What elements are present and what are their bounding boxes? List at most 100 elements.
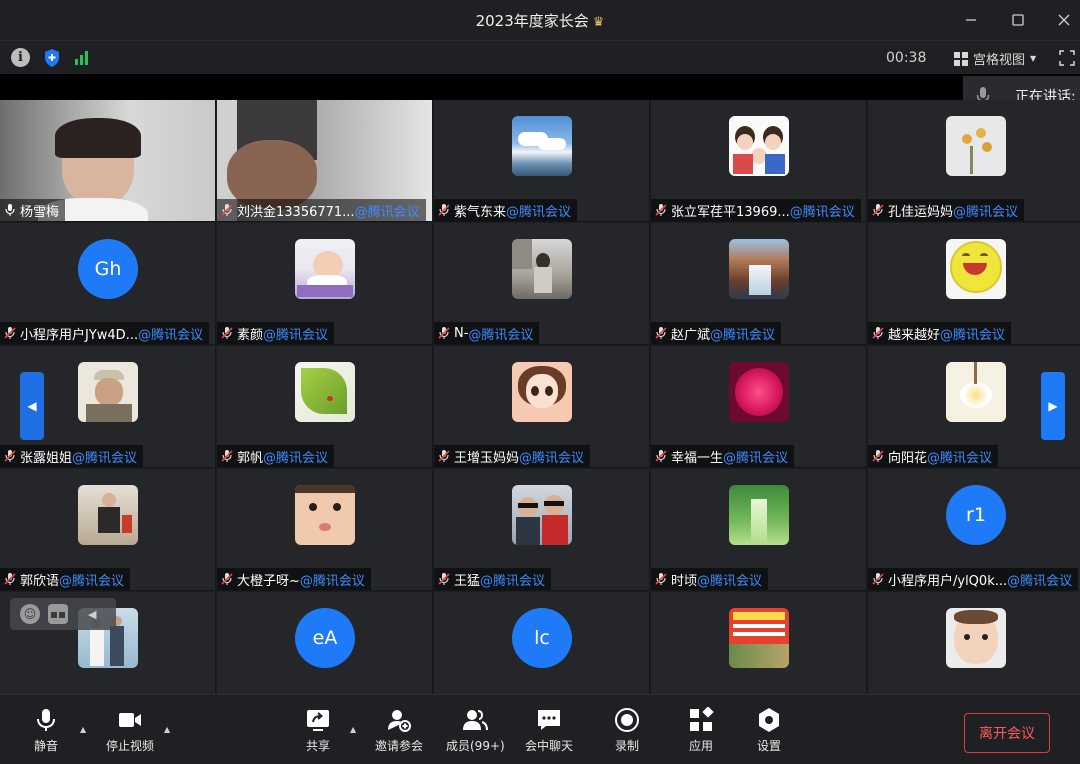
participant-app-tag: @腾讯会议 xyxy=(468,327,534,343)
mic-muted-icon xyxy=(438,327,450,339)
close-button[interactable] xyxy=(1051,8,1077,32)
participant-avatar xyxy=(729,116,789,176)
participant-tile[interactable] xyxy=(868,592,1080,694)
record-button[interactable]: 录制 xyxy=(614,707,640,754)
participant-tile[interactable]: 幸福一生 @腾讯会议 xyxy=(651,346,867,468)
add-person-icon xyxy=(388,710,411,732)
participant-tile[interactable]: lc xyxy=(434,592,650,694)
participant-tile[interactable] xyxy=(651,592,867,694)
participant-avatar xyxy=(946,608,1006,668)
record-label: 录制 xyxy=(614,739,639,753)
collapse-left-icon[interactable]: ◀ xyxy=(88,608,96,621)
audio-options-caret-icon[interactable]: ▲ xyxy=(80,725,86,734)
participant-tile[interactable]: 张立军荏平13969... @腾讯会议 xyxy=(651,100,867,222)
view-mode-label: 宫格视图 xyxy=(973,53,1026,68)
info-icon[interactable]: i xyxy=(11,48,30,67)
participant-app-tag: @腾讯会议 xyxy=(940,327,1006,343)
minimize-icon xyxy=(966,19,976,21)
participant-tile[interactable]: 越来越好 @腾讯会议 xyxy=(868,223,1080,345)
meeting-timer: 00:38 xyxy=(886,50,927,66)
stop-video-label: 停止视频 xyxy=(106,739,155,753)
participant-avatar xyxy=(729,362,789,422)
microphone-icon xyxy=(37,709,55,731)
prev-page-button[interactable]: ◀ xyxy=(20,372,44,440)
participant-app-tag: @腾讯会议 xyxy=(263,327,329,343)
share-label: 共享 xyxy=(305,739,330,753)
leave-meeting-button[interactable]: 离开会议 xyxy=(964,713,1050,753)
participant-app-tag: @腾讯会议 xyxy=(299,573,365,589)
participant-name: 王增玉妈妈 xyxy=(454,450,520,466)
participant-name-label: 越来越好 @腾讯会议 xyxy=(868,322,1012,344)
next-page-button[interactable]: ▶ xyxy=(1041,372,1065,440)
participant-tile[interactable]: 时顷 @腾讯会议 xyxy=(651,469,867,591)
participant-name-label: 郭欣语 @腾讯会议 xyxy=(0,568,131,590)
participant-tile[interactable]: 郭帆 @腾讯会议 xyxy=(217,346,433,468)
participant-tile[interactable]: 王猛 @腾讯会议 xyxy=(434,469,650,591)
participant-tile[interactable]: 郭欣语 @腾讯会议 xyxy=(0,469,216,591)
participant-name-label: 小程序用户/ylQ0k... @腾讯会议 xyxy=(868,568,1079,590)
settings-label: 设置 xyxy=(756,739,781,753)
mic-muted-icon xyxy=(655,204,667,216)
participant-avatar xyxy=(729,239,789,299)
participant-tile[interactable]: 王增玉妈妈 @腾讯会议 xyxy=(434,346,650,468)
floating-chat-bar: ☺ ▪▪ ◀ xyxy=(10,598,116,630)
participant-tile[interactable]: 刘洪金13356771... @腾讯会议 xyxy=(217,100,433,222)
mute-label: 静音 xyxy=(33,739,58,753)
participant-app-tag: @腾讯会议 xyxy=(519,450,585,466)
chevron-down-icon: ▼ xyxy=(1030,54,1037,63)
participant-name-label: 大橙子呀~ @腾讯会议 xyxy=(217,568,371,590)
mic-muted-icon xyxy=(4,573,16,585)
security-shield-icon[interactable] xyxy=(43,48,61,68)
meeting-info-bar: i 00:38 宫格视图 ▼ xyxy=(0,40,1080,74)
members-label: 成员(99+) xyxy=(446,739,505,753)
share-options-caret-icon[interactable]: ▲ xyxy=(350,725,356,734)
invite-label: 邀请参会 xyxy=(375,739,424,753)
view-mode-dropdown[interactable]: 宫格视图 ▼ xyxy=(954,49,1036,68)
chat-bubble-icon[interactable]: ▪▪ xyxy=(48,604,68,624)
participant-name: 紫气东来 xyxy=(454,204,507,220)
fullscreen-icon[interactable] xyxy=(1059,50,1075,66)
participant-tile[interactable]: r1 小程序用户/ylQ0k... @腾讯会议 xyxy=(868,469,1080,591)
participant-name: 张露姐姐 xyxy=(20,450,73,466)
minimize-button[interactable] xyxy=(958,8,984,32)
video-options-caret-icon[interactable]: ▲ xyxy=(164,725,170,734)
participant-tile[interactable]: N- @腾讯会议 xyxy=(434,223,650,345)
apps-icon xyxy=(690,707,714,731)
network-signal-icon[interactable] xyxy=(75,49,93,65)
chat-button[interactable]: 会中聊天 xyxy=(525,707,573,754)
participant-tile[interactable]: 赵广斌 @腾讯会议 xyxy=(651,223,867,345)
mic-muted-icon xyxy=(4,327,16,339)
participant-tile[interactable]: 紫气东来 @腾讯会议 xyxy=(434,100,650,222)
maximize-button[interactable] xyxy=(1005,8,1031,32)
emoji-icon[interactable]: ☺ xyxy=(20,604,40,624)
apps-button[interactable]: 应用 xyxy=(688,707,714,754)
participant-name-label: 张立军荏平13969... @腾讯会议 xyxy=(651,199,861,221)
invite-button[interactable]: 邀请参会 xyxy=(375,707,423,754)
meeting-window: 2023年度家长会 ♛ i 00:38 宫格视图 ▼ 正在讲话: 杨雪梅 刘洪金… xyxy=(0,0,1080,764)
members-icon xyxy=(463,710,489,731)
participant-avatar xyxy=(295,362,355,422)
settings-button[interactable]: 设置 xyxy=(756,707,782,754)
mic-muted-icon xyxy=(872,450,884,462)
participant-name: 郭欣语 xyxy=(20,573,60,589)
mic-muted-icon xyxy=(221,327,233,339)
participant-tile[interactable]: 大橙子呀~ @腾讯会议 xyxy=(217,469,433,591)
participant-app-tag: @腾讯会议 xyxy=(480,573,546,589)
mute-button[interactable]: 静音 xyxy=(33,707,59,754)
participant-tile[interactable]: eA xyxy=(217,592,433,694)
participant-app-tag: @腾讯会议 xyxy=(506,204,572,220)
participant-name-label: N- @腾讯会议 xyxy=(434,322,540,344)
participant-tile[interactable]: Gh 小程序用户JYw4D... @腾讯会议 xyxy=(0,223,216,345)
close-icon xyxy=(1058,14,1070,26)
share-button[interactable]: 共享 xyxy=(305,707,331,754)
chat-bubble-icon xyxy=(538,710,560,730)
participant-tile[interactable]: 孔佳运妈妈 @腾讯会议 xyxy=(868,100,1080,222)
participant-name: 小程序用户JYw4D... xyxy=(20,327,139,343)
members-button[interactable]: 成员(99+) xyxy=(446,707,505,754)
participant-app-tag: @腾讯会议 xyxy=(927,450,993,466)
participant-app-tag: @腾讯会议 xyxy=(138,327,204,343)
participant-avatar xyxy=(729,485,789,545)
stop-video-button[interactable]: 停止视频 xyxy=(106,707,154,754)
participant-tile[interactable]: 素颜 @腾讯会议 xyxy=(217,223,433,345)
participant-tile[interactable]: 杨雪梅 xyxy=(0,100,216,222)
